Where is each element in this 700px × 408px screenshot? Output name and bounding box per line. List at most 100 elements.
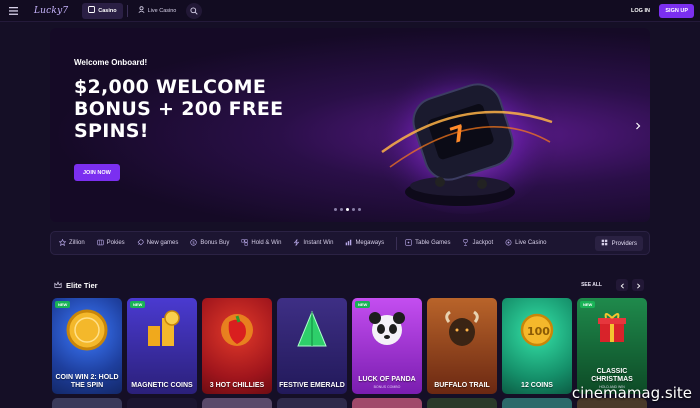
game-card-peek[interactable] xyxy=(277,398,347,408)
game-card-peek[interactable] xyxy=(427,398,497,408)
join-now-button[interactable]: JOIN NOW xyxy=(74,164,120,181)
providers-button[interactable]: Providers xyxy=(594,236,643,251)
game-card[interactable]: NEW COIN WIN 2: HOLD THE SPIN xyxy=(52,298,122,394)
game-title: COIN WIN 2: HOLD THE SPIN xyxy=(55,374,119,389)
category-label: Live Casino xyxy=(515,240,547,246)
slide-dot-active[interactable] xyxy=(346,208,349,211)
carousel-prev-button[interactable] xyxy=(616,279,628,291)
tab-live-casino-label: Live Casino xyxy=(147,7,177,14)
game-card[interactable]: 3 HOT CHILLIES xyxy=(202,298,272,394)
new-badge: NEW xyxy=(580,301,596,308)
hero-title: $2,000 WELCOME BONUS + 200 FREE SPINS! xyxy=(74,76,284,142)
watermark-text: cinemamag.site xyxy=(571,384,692,402)
slide-dot[interactable] xyxy=(358,208,361,211)
category-bonus-buy[interactable]: $ Bonus Buy xyxy=(190,238,230,248)
signup-button[interactable]: SIGN UP xyxy=(659,4,694,18)
crown-icon xyxy=(54,276,62,294)
buffalo-art xyxy=(445,310,479,346)
game-carousel: NEW COIN WIN 2: HOLD THE SPIN NEW MAGNET… xyxy=(52,298,647,394)
logo[interactable]: Lucky7 xyxy=(34,6,68,16)
table-icon xyxy=(405,238,412,248)
live-icon xyxy=(505,239,512,248)
game-card[interactable]: 100 12 COINS xyxy=(502,298,572,394)
game-card-peek[interactable] xyxy=(202,398,272,408)
game-title: 3 HOT CHILLIES xyxy=(209,381,265,389)
game-title: CLASSIC CHRISTMAS xyxy=(591,368,633,383)
casino-icon xyxy=(88,6,96,15)
category-label: Instant Win xyxy=(303,240,334,246)
chilli-art xyxy=(221,314,253,346)
game-title: BUFFALO TRAIL xyxy=(434,381,490,389)
hero-eyebrow: Welcome Onboard! xyxy=(74,58,148,67)
panda-art xyxy=(369,312,405,345)
menu-icon[interactable] xyxy=(6,4,20,18)
hero-pagination xyxy=(334,208,361,211)
slide-dot[interactable] xyxy=(340,208,343,211)
category-live-casino[interactable]: Live Casino xyxy=(505,239,547,248)
bolt-icon xyxy=(293,238,300,248)
main-nav: Casino Live Casino xyxy=(82,2,203,20)
category-bar: Zillion Pokies New games $ Bonus Buy Hold… xyxy=(50,231,650,255)
tab-casino[interactable]: Casino xyxy=(82,2,123,19)
rocket-icon xyxy=(137,238,144,248)
game-title: FESTIVE EMERALD xyxy=(279,381,345,389)
hero-next-arrow[interactable] xyxy=(632,120,644,132)
new-badge: NEW xyxy=(55,301,71,308)
slide-dot[interactable] xyxy=(334,208,337,211)
see-all-link[interactable]: SEE ALL xyxy=(581,282,602,288)
login-button[interactable]: LOG IN xyxy=(625,4,656,18)
game-card[interactable]: NEW CLASSIC CHRISTMAS HOLD AND WIN xyxy=(577,298,647,394)
slide-dot[interactable] xyxy=(352,208,355,211)
tab-casino-label: Casino xyxy=(98,7,117,14)
coin-icon: $ xyxy=(190,238,197,248)
game-title: LUCK OF PANDA xyxy=(358,375,416,383)
game-card-peek[interactable] xyxy=(127,398,197,408)
game-subtitle: BONUS COMBO xyxy=(373,385,401,389)
providers-label: Providers xyxy=(611,240,637,247)
game-title: MAGNETIC COINS xyxy=(131,381,193,389)
svg-text:100: 100 xyxy=(527,325,550,338)
category-instant-win[interactable]: Instant Win xyxy=(293,238,334,248)
game-card[interactable]: BUFFALO TRAIL xyxy=(427,298,497,394)
category-divider xyxy=(396,236,398,250)
top-bar: Lucky7 Casino Live Casino LOG IN SIGN UP xyxy=(0,0,700,22)
megaways-icon xyxy=(345,239,352,248)
star-icon xyxy=(58,238,67,248)
elite-tier-header: Elite Tier SEE ALL xyxy=(50,278,650,292)
category-label: Bonus Buy xyxy=(200,240,230,246)
category-table-games[interactable]: Table Games xyxy=(405,238,450,248)
new-badge: NEW xyxy=(130,301,146,308)
search-button[interactable] xyxy=(186,2,203,20)
svg-text:$: $ xyxy=(193,240,196,245)
game-card-peek[interactable] xyxy=(352,398,422,408)
coin-art xyxy=(66,309,108,351)
chevron-right-icon xyxy=(636,276,641,294)
carousel-next-button[interactable] xyxy=(632,279,644,291)
hero-banner: Welcome Onboard! $2,000 WELCOME BONUS + … xyxy=(50,28,650,222)
next-row-preview xyxy=(52,398,647,408)
game-card[interactable]: NEW MAGNETIC COINS xyxy=(127,298,197,394)
game-title: 12 COINS xyxy=(521,381,553,389)
category-new-games[interactable]: New games xyxy=(137,238,178,248)
game-card[interactable]: NEW LUCK OF PANDA BONUS COMBO xyxy=(352,298,422,394)
category-label: Zillion xyxy=(69,240,85,246)
category-hold-win[interactable]: Hold & Win xyxy=(241,238,281,248)
tab-live-casino[interactable]: Live Casino xyxy=(132,3,183,19)
category-megaways[interactable]: Megaways xyxy=(345,239,384,248)
slot-machine-illustration: 7 xyxy=(370,50,560,214)
coin-stack-art xyxy=(148,310,180,346)
game-card-peek[interactable] xyxy=(52,398,122,408)
new-badge: NEW xyxy=(355,301,371,308)
search-icon xyxy=(190,2,198,20)
emerald-tree-art xyxy=(297,310,327,347)
category-zillion[interactable]: Zillion xyxy=(58,238,85,248)
chevron-right-icon xyxy=(635,117,641,135)
chevron-left-icon xyxy=(620,276,625,294)
category-pokies[interactable]: Pokies xyxy=(97,239,125,248)
nav-divider xyxy=(126,4,128,17)
category-jackpot[interactable]: Jackpot xyxy=(462,238,493,248)
game-card[interactable]: FESTIVE EMERALD xyxy=(277,298,347,394)
hold-icon xyxy=(241,238,248,248)
game-card-peek[interactable] xyxy=(502,398,572,408)
gift-art xyxy=(598,313,626,342)
